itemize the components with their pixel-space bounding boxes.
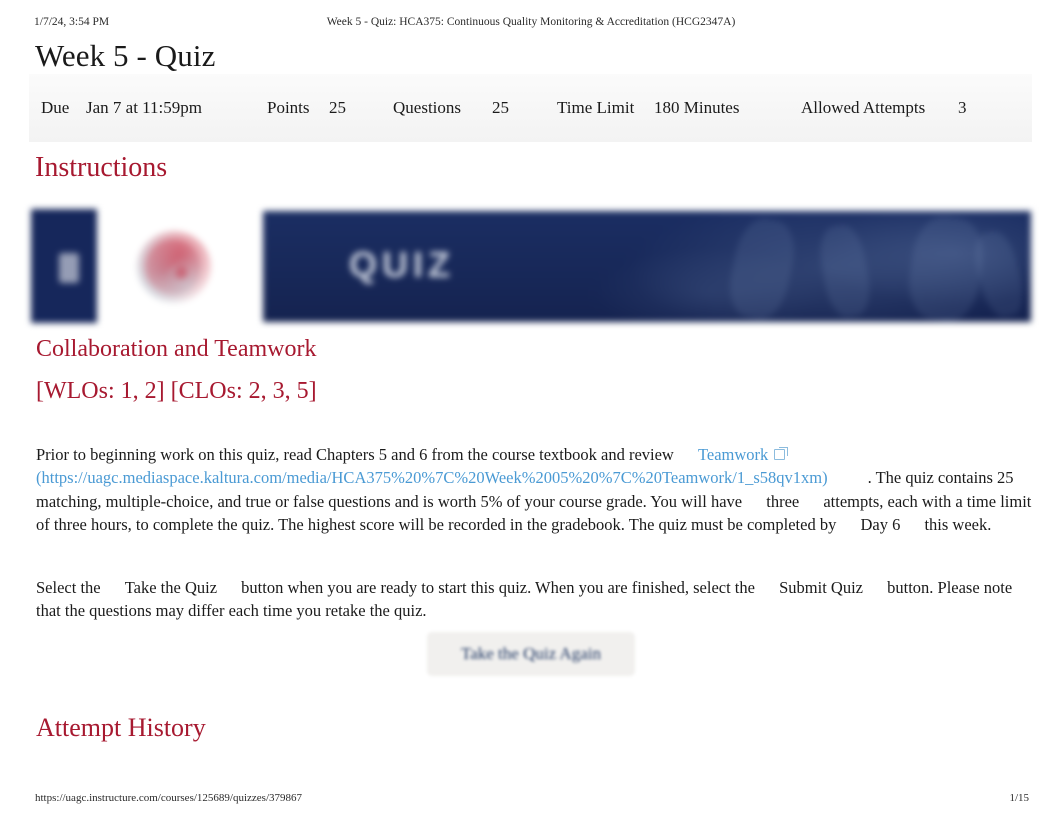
quiz-meta-row: Due Jan 7 at 11:59pm Points 25 Questions… (29, 98, 1032, 120)
para2-bold-take-the-quiz: Take the Quiz (124, 577, 218, 597)
university-logo-icon (131, 227, 223, 307)
banner-streak (904, 212, 988, 325)
time-limit-label: Time Limit (557, 98, 635, 117)
quiz-meta-bar: Due Jan 7 at 11:59pm Points 25 Questions… (29, 74, 1032, 142)
time-limit-value: 180 Minutes (654, 98, 740, 117)
instructions-paragraph-1: Prior to beginning work on this quiz, re… (36, 443, 1036, 537)
banner-left-block (31, 209, 97, 323)
points-label: Points (267, 98, 310, 117)
logo-sweep (145, 239, 201, 295)
para1-segment-4: this week. (920, 515, 992, 535)
teamwork-link[interactable]: Teamwork (698, 445, 768, 464)
para1-bold-three: three (766, 491, 800, 511)
allowed-attempts-label: Allowed Attempts (801, 98, 926, 117)
collaboration-heading: Collaboration and Teamwork (36, 336, 317, 362)
due-value: Jan 7 at 11:59pm (86, 98, 202, 117)
banner-navy-panel: QUIZ (263, 211, 1031, 325)
footer-page-number: 1/15 (1009, 792, 1029, 804)
due-label: Due (41, 98, 70, 117)
banner-quiz-word: QUIZ (349, 244, 455, 285)
teamwork-url: (https://uagc.mediaspace.kaltura.com/med… (36, 468, 828, 488)
take-the-quiz-again-button[interactable]: Take the Quiz Again (427, 632, 635, 676)
print-footer: https://uagc.instructure.com/courses/125… (0, 792, 1062, 808)
questions-value: 25 (492, 98, 509, 117)
para2-segment-1: Select the (36, 577, 105, 597)
external-link-icon (774, 446, 789, 461)
logo-dot (175, 267, 187, 279)
print-header: 1/7/24, 3:54 PM Week 5 - Quiz: HCA375: C… (0, 16, 1062, 34)
para1-segment-1: Prior to beginning work on this quiz, re… (36, 444, 678, 464)
banner-streak (815, 221, 875, 321)
take-quiz-button-container: Take the Quiz Again (0, 632, 1062, 676)
banner-streak (969, 227, 1029, 321)
banner-streak (723, 214, 801, 324)
attempt-history-heading: Attempt History (36, 713, 206, 742)
questions-label: Questions (393, 98, 461, 117)
print-document-title: Week 5 - Quiz: HCA375: Continuous Qualit… (326, 16, 736, 28)
banner-left-notch (59, 253, 79, 283)
instructions-heading: Instructions (35, 152, 168, 183)
wlos-clos-heading: [WLOs: 1, 2] [CLOs: 2, 3, 5] (36, 378, 317, 404)
para2-bold-submit-quiz: Submit Quiz (779, 577, 863, 597)
page-title: Week 5 - Quiz (35, 38, 216, 73)
footer-url: https://uagc.instructure.com/courses/125… (35, 792, 303, 804)
para1-bold-day6: Day 6 (860, 515, 901, 535)
allowed-attempts-value: 3 (958, 98, 967, 117)
points-value: 25 (329, 98, 346, 117)
quiz-banner-image: QUIZ (31, 207, 1031, 325)
para2-segment-2: button when you are ready to start this … (237, 577, 760, 597)
instructions-paragraph-2: Select the Take the Quiz button when you… (36, 576, 1036, 623)
